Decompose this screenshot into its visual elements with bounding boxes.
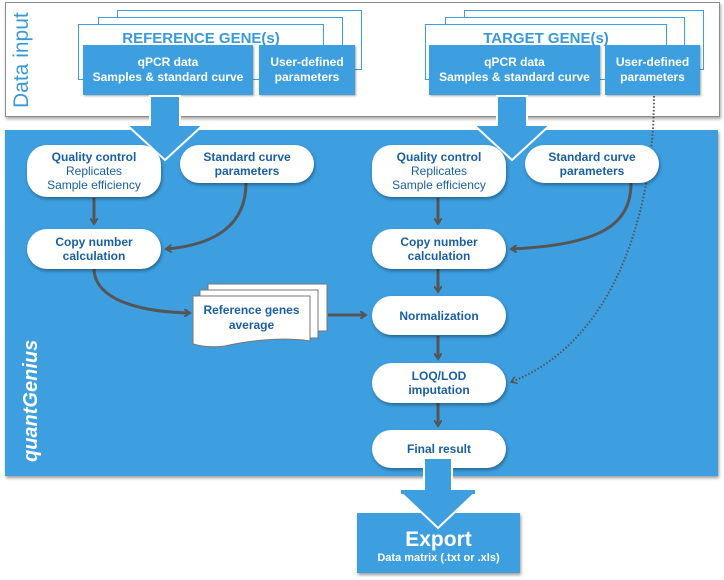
right-copy-line1: Copy number: [400, 235, 478, 249]
left-std-to-copy-arrow: [166, 182, 248, 249]
export-box: Export Data matrix (.txt or .xls): [357, 513, 520, 573]
loq-line2: imputation: [408, 383, 470, 397]
left-copy-number-node: Copy number calculation: [27, 229, 161, 269]
left-std-line1: Standard curve: [203, 150, 291, 164]
right-quality-control-node: Quality control Replicates Sample effici…: [372, 145, 506, 197]
connectors-layer: [0, 95, 655, 530]
left-qc-replicates: Replicates: [65, 164, 123, 178]
right-std-line1: Standard curve: [548, 150, 636, 164]
right-qc-title: Quality control: [396, 150, 482, 164]
final-result-node: Final result: [372, 430, 506, 468]
normalization-node: Normalization: [372, 296, 506, 335]
export-subtitle: Data matrix (.txt or .xls): [377, 552, 500, 564]
left-qc-efficiency: Sample efficiency: [47, 178, 141, 192]
normalization-label: Normalization: [399, 308, 479, 323]
final-result-label: Final result: [406, 442, 471, 456]
loq-lod-imputation-node: LOQ/LOD imputation: [372, 363, 506, 403]
right-copy-number-node: Copy number calculation: [372, 229, 506, 269]
right-qc-efficiency: Sample efficiency: [392, 178, 486, 192]
left-copy-to-average-arrow: [92, 268, 190, 313]
left-std-line2: parameters: [214, 164, 280, 178]
left-copy-line2: calculation: [62, 249, 126, 263]
left-qc-title: Quality control: [51, 150, 137, 164]
reference-average-line2: average: [228, 318, 275, 332]
reference-average-line1: Reference genes: [203, 303, 300, 317]
reference-average-doc: Reference genes average: [193, 296, 310, 340]
right-std-line2: parameters: [559, 164, 625, 178]
left-standard-curve-node: Standard curve parameters: [180, 145, 314, 183]
export-title: Export: [405, 528, 472, 551]
right-standard-curve-node: Standard curve parameters: [525, 145, 659, 183]
right-copy-line2: calculation: [407, 249, 471, 263]
right-qc-replicates: Replicates: [410, 164, 468, 178]
loq-line1: LOQ/LOD: [411, 369, 467, 383]
left-copy-line1: Copy number: [55, 235, 133, 249]
left-quality-control-node: Quality control Replicates Sample effici…: [27, 145, 161, 197]
right-std-to-copy-arrow: [511, 182, 633, 249]
